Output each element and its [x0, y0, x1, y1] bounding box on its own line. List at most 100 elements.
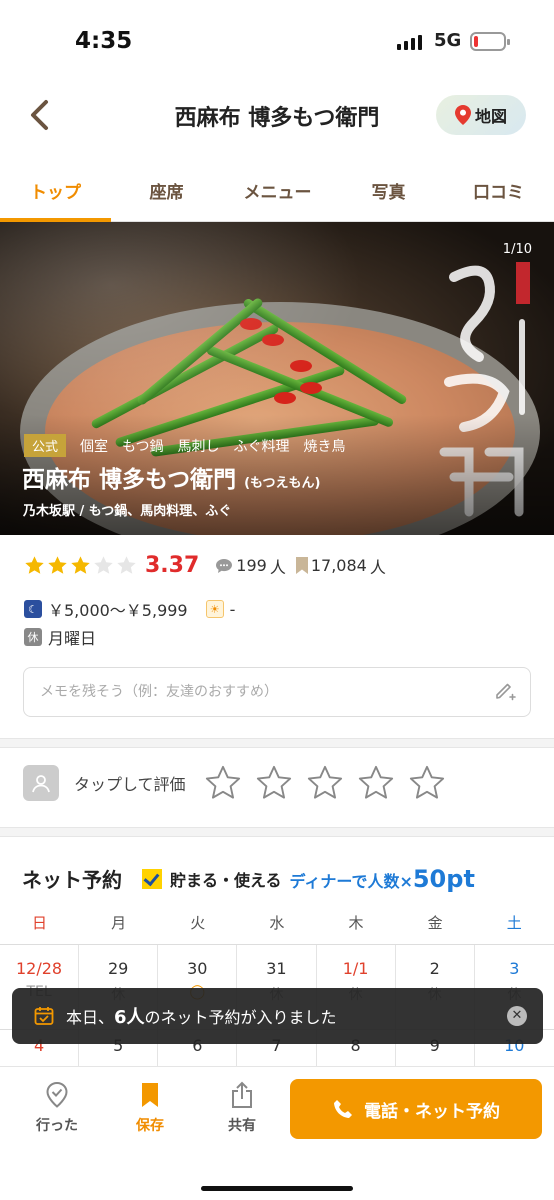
- weekday-label: 火: [190, 914, 206, 932]
- comment-icon: [216, 558, 233, 573]
- save-button[interactable]: 保存: [118, 1081, 182, 1135]
- tag-item: 馬刺し: [177, 438, 220, 455]
- bottom-action-bar: 行った 保存 共有 電話・ネット予約: [0, 1066, 554, 1200]
- holiday-icon: 休: [24, 628, 42, 646]
- user-icon: [32, 775, 50, 793]
- calendar-date: 2: [429, 959, 440, 978]
- calendar-weekdays: 日 月 火 水 木 金 土: [0, 912, 554, 944]
- price-row: ☾ ￥5,000～￥5,999 ☀ -: [24, 597, 235, 621]
- save-count-value: 17,084: [310, 556, 367, 575]
- toast-prefix: 本日、: [66, 1008, 115, 1027]
- review-prompt: タップして評価: [23, 764, 459, 802]
- tab-bar: トップ 座席 メニュー 写真 口コミ: [0, 160, 554, 222]
- battery-icon: [470, 32, 510, 51]
- section-divider: [0, 827, 554, 837]
- went-button[interactable]: 行った: [25, 1081, 89, 1135]
- weekday-label: 月: [111, 914, 127, 932]
- sun-icon: ☀: [205, 600, 224, 618]
- tpoint-icon: [142, 868, 162, 889]
- share-icon: [232, 1081, 252, 1108]
- memo-input[interactable]: [24, 668, 464, 716]
- rate-star-2-icon[interactable]: [255, 764, 293, 802]
- call-reserve-label: 電話・ネット予約: [364, 1101, 500, 1122]
- weekday-label: 土: [506, 914, 522, 932]
- nav-bar: 西麻布 博多もつ衛門 地図: [0, 84, 554, 146]
- review-count-unit: 人: [269, 557, 286, 577]
- reservation-promo: ディナーで人数×50pt: [290, 865, 475, 893]
- tag-item: もつ鍋: [122, 438, 164, 455]
- weekday-label: 金: [427, 914, 443, 932]
- official-tag: 公式: [24, 434, 67, 457]
- restaurant-reading: (もつえもん): [244, 476, 321, 491]
- promo-points: 50pt: [412, 864, 475, 893]
- toast-suffix: のネット予約が入りました: [144, 1008, 337, 1027]
- call-reserve-button[interactable]: 電話・ネット予約: [290, 1079, 542, 1139]
- rate-star-1-icon[interactable]: [204, 764, 242, 802]
- share-label: 共有: [228, 1118, 256, 1134]
- close-icon[interactable]: ✕: [507, 1006, 527, 1026]
- map-label: 地図: [474, 107, 507, 126]
- reservation-title: ネット予約: [22, 868, 122, 892]
- signal-icon: [397, 34, 422, 50]
- tab-menu[interactable]: メニュー: [222, 178, 333, 203]
- tab-reviews[interactable]: 口コミ: [443, 178, 554, 203]
- rate-star-4-icon[interactable]: [357, 764, 395, 802]
- calendar-icon: [34, 1007, 54, 1025]
- reservation-toast: 本日、 6人 のネット予約が入りました ✕: [12, 988, 543, 1044]
- status-time: 4:35: [75, 28, 133, 54]
- network-label: 5G: [434, 30, 462, 51]
- tag-item: 個室: [80, 438, 109, 455]
- check-pin-icon: [46, 1081, 68, 1108]
- save-label: 保存: [136, 1118, 164, 1134]
- rating-score: 3.37: [145, 553, 200, 578]
- toast-count: 6人: [114, 1007, 145, 1028]
- holiday-row: 休 月曜日: [24, 625, 96, 649]
- home-indicator: [201, 1186, 353, 1191]
- restaurant-name: 西麻布 博多もつ衛門 (もつえもん): [22, 460, 320, 494]
- bookmark-icon: [295, 557, 308, 574]
- rate-star-3-icon[interactable]: [306, 764, 344, 802]
- calendar-date: 31: [266, 959, 287, 978]
- restaurant-subtitle: 乃木坂駅 / もつ鍋、馬肉料理、ふぐ: [23, 504, 232, 519]
- save-count-unit: 人: [369, 557, 386, 577]
- rate-star-5-icon[interactable]: [408, 764, 446, 802]
- edit-pencil-icon[interactable]: [494, 681, 516, 703]
- status-bar: 4:35 5G: [0, 0, 554, 84]
- tag-item: ふぐ料理: [233, 438, 290, 455]
- review-prompt-label: タップして評価: [74, 775, 186, 794]
- map-button[interactable]: 地図: [436, 95, 526, 135]
- reservation-save-text: 貯まる・使える: [170, 870, 282, 890]
- hero-photo[interactable]: 1/10 公式 個室 もつ鍋 馬刺し ふぐ料理 焼き鳥 西麻布 博多もつ衛門 (…: [0, 222, 554, 535]
- promo-text: ディナーで人数×: [289, 871, 413, 891]
- tab-seats[interactable]: 座席: [111, 178, 222, 203]
- map-pin-icon: [454, 105, 471, 125]
- star-empty-icon: [94, 556, 113, 574]
- lunch-price: -: [229, 599, 236, 619]
- weekday-label: 日: [32, 914, 48, 932]
- rating-row: 3.37 199 人 17,084 人: [24, 553, 396, 578]
- calendar-date: 3: [509, 959, 520, 978]
- tag-list: 公式 個室 もつ鍋 馬刺し ふぐ料理 焼き鳥: [24, 434, 345, 457]
- restaurant-name-text: 西麻布 博多もつ衛門: [22, 467, 237, 493]
- dinner-price: ￥5,000～￥5,999: [48, 601, 188, 620]
- weekday-label: 木: [348, 914, 364, 932]
- phone-icon: [334, 1100, 352, 1118]
- reservation-header: ネット予約 貯まる・使える ディナーで人数×50pt: [22, 864, 475, 893]
- share-button[interactable]: 共有: [210, 1081, 274, 1135]
- tag-item: 焼き鳥: [303, 438, 346, 455]
- avatar: [23, 765, 59, 801]
- save-count[interactable]: 17,084 人: [295, 554, 386, 578]
- memo-box: [23, 667, 531, 717]
- photo-pager: 1/10: [502, 242, 532, 257]
- tab-photos[interactable]: 写真: [333, 178, 444, 203]
- star-empty-icon: [117, 556, 136, 574]
- star-filled-icon: [25, 556, 44, 574]
- calendar-date: 1/1: [342, 959, 369, 978]
- tab-top[interactable]: トップ: [0, 178, 111, 203]
- review-count[interactable]: 199 人: [215, 554, 286, 578]
- weekday-label: 水: [269, 914, 285, 932]
- calendar-date: 12/28: [16, 959, 63, 978]
- star-filled-icon: [71, 556, 90, 574]
- star-filled-icon: [48, 556, 67, 574]
- bookmark-icon: [142, 1083, 158, 1107]
